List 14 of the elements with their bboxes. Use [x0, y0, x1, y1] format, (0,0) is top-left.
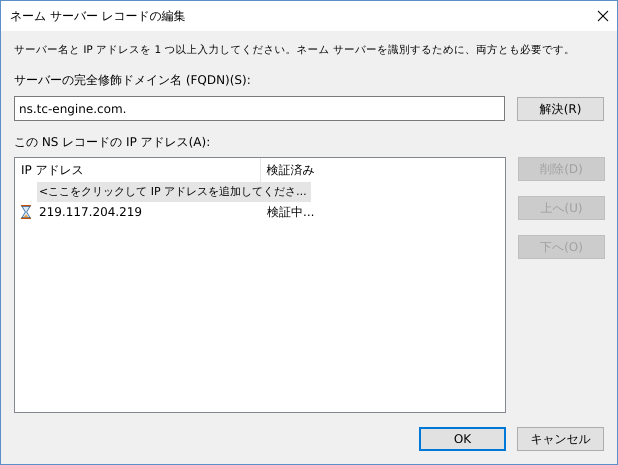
ok-button[interactable]: OK — [419, 427, 506, 451]
cancel-button[interactable]: キャンセル — [517, 427, 604, 451]
list-row[interactable]: 219.117.204.219 検証中... — [37, 202, 314, 222]
fqdn-label: サーバーの完全修飾ドメイン名 (FQDN)(S): — [14, 72, 251, 89]
fqdn-input-field[interactable]: ns.tc-engine.com. — [14, 96, 506, 121]
close-icon[interactable] — [597, 10, 609, 22]
resolve-button[interactable]: 解決(R) — [517, 96, 604, 120]
table-cell-text: 検証中... — [266, 204, 314, 221]
hourglass-icon — [21, 205, 31, 219]
window-title: ネーム サーバー レコードの編集 — [10, 8, 186, 25]
instruction-text: サーバー名と IP アドレスを 1 つ以上入力してください。ネーム サーバーを識別するために、両方とも必要です。 — [14, 43, 575, 58]
column-header[interactable]: 検証済み — [260, 158, 505, 182]
table-cell-text: 219.117.204.219 — [38, 204, 144, 221]
ip-list-label: この NS レコードの IP アドレス(A): — [14, 134, 210, 151]
